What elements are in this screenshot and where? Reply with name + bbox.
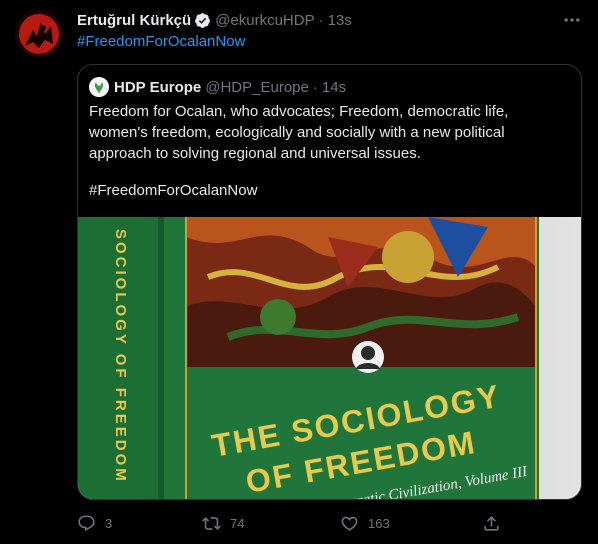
quoted-time: 14s xyxy=(321,78,347,96)
quoted-text: Freedom for Ocalan, who advocates; Freed… xyxy=(89,103,509,162)
quoted-tweet[interactable]: HDP Europe @HDP_Europe · 14s Freedom for… xyxy=(77,64,582,500)
retweet-count: 74 xyxy=(230,515,245,531)
tweet-hashtag[interactable]: #FreedomForOcalanNow xyxy=(77,33,245,50)
reply-count: 3 xyxy=(105,515,113,531)
like-icon xyxy=(341,516,358,531)
verified-badge-icon xyxy=(195,12,211,28)
tweet[interactable]: Ertuğrul Kürkçü @ekurkcuHDP · 13s #Freed… xyxy=(0,0,598,544)
quoted-avatar xyxy=(89,77,109,97)
author-name[interactable]: Ertuğrul Kürkçü xyxy=(77,12,191,29)
quoted-author-name: HDP Europe xyxy=(114,78,202,96)
like-count: 163 xyxy=(368,515,390,531)
reply-button[interactable]: 3 xyxy=(77,511,112,535)
book-spine-title: SOCIOLOGY OF FREEDOM xyxy=(112,229,129,484)
quoted-header: HDP Europe @HDP_Europe · 14s xyxy=(89,77,346,97)
like-button[interactable]: 163 xyxy=(340,511,390,535)
retweet-icon xyxy=(202,516,221,530)
share-icon xyxy=(484,515,499,531)
quoted-author-handle: @HDP_Europe xyxy=(205,78,309,96)
book-cover-image[interactable]: SOCIOLOGY OF FREEDOM THE SOCIOLOGY OF FR… xyxy=(78,217,581,499)
tweet-actions: 3 74 163 xyxy=(77,511,507,535)
share-button[interactable] xyxy=(482,511,501,535)
tweet-time[interactable]: 13s xyxy=(328,12,352,29)
tweet-header: Ertuğrul Kürkçü @ekurkcuHDP · 13s xyxy=(77,10,352,30)
more-options-icon[interactable] xyxy=(562,10,582,30)
avatar[interactable] xyxy=(15,10,63,58)
quoted-hashtag: #FreedomForOcalanNow xyxy=(89,182,258,199)
reply-icon xyxy=(78,515,95,531)
author-handle[interactable]: @ekurkcuHDP xyxy=(215,12,314,29)
quoted-separator-dot: · xyxy=(312,78,318,96)
separator-dot: · xyxy=(318,11,324,29)
retweet-button[interactable]: 74 xyxy=(202,511,244,535)
